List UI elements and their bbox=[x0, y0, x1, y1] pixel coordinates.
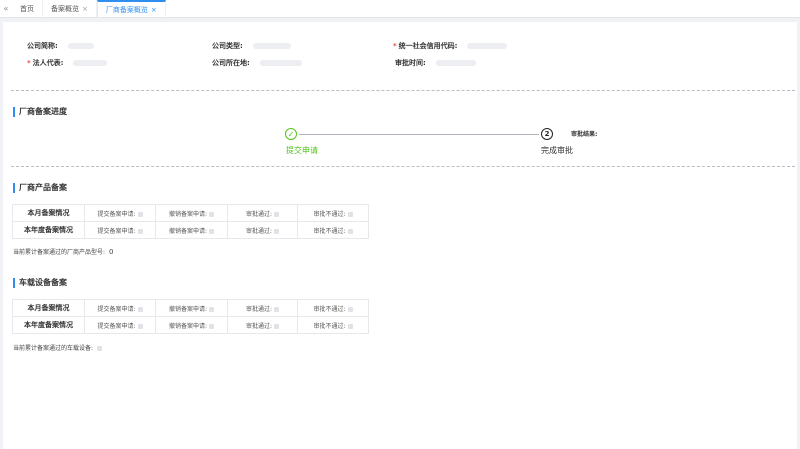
title-accent-bar bbox=[13, 277, 15, 288]
credit-code: * 统一社会信用代码: bbox=[393, 41, 508, 51]
table-cell: 审批不通过: bbox=[297, 299, 369, 317]
table-cell: 撤销备案申请: bbox=[155, 299, 228, 317]
tab-bar: « 首页 备案概览 × 厂商备案概览 × bbox=[0, 0, 800, 18]
table-cell: 审批不通过: bbox=[297, 204, 369, 222]
legal-representative: * 法人代表: bbox=[27, 58, 108, 68]
company-short-name-label: 公司简称: bbox=[27, 42, 58, 50]
approval-result-label: 审批结果: bbox=[571, 131, 598, 138]
table-cell: 提交备案申请: bbox=[84, 299, 156, 317]
table-cell: 提交备案申请: bbox=[84, 204, 156, 222]
tab-label: 备案概览 bbox=[51, 4, 79, 13]
required-mark: * bbox=[27, 59, 31, 67]
table-cell: 审批不通过: bbox=[297, 316, 369, 334]
divider bbox=[11, 90, 795, 91]
vehicle-devices-total: 当前累计备案通过的车载设备: bbox=[13, 343, 102, 352]
company-location-label: 公司所在地: bbox=[212, 59, 250, 67]
company-type-value bbox=[252, 43, 291, 49]
table-cell: 提交备案申请: bbox=[84, 221, 156, 239]
tab-vendor-filing-overview[interactable]: 厂商备案概览 × bbox=[96, 0, 166, 17]
vehicle-devices-section-title: 车载设备备案 bbox=[13, 277, 67, 288]
table-cell: 审批通过: bbox=[227, 316, 298, 334]
vehicle-devices-table: 本月备案情况 提交备案申请: 撤销备案申请: 审批通过: 审批不通过: 本年度备… bbox=[12, 299, 369, 334]
company-location-value bbox=[259, 60, 302, 66]
vendor-products-table: 本月备案情况 提交备案申请: 撤销备案申请: 审批通过: 审批不通过: 本年度备… bbox=[12, 204, 369, 239]
vendor-products-total: 当前累计备案通过的厂商产品型号: 0 bbox=[13, 247, 113, 256]
approval-time-label: 审批时间: bbox=[395, 59, 426, 67]
legal-rep-value bbox=[73, 60, 108, 66]
total-label: 当前累计备案通过的车载设备: bbox=[13, 345, 94, 352]
tab-home[interactable]: 首页 bbox=[12, 0, 43, 17]
tabs-back-icon[interactable]: « bbox=[0, 0, 12, 17]
tab-label: 首页 bbox=[20, 4, 34, 13]
title-accent-bar bbox=[13, 182, 15, 193]
table-row: 本月备案情况 提交备案申请: 撤销备案申请: 审批通过: 审批不通过: bbox=[12, 299, 369, 317]
table-cell: 审批通过: bbox=[227, 299, 298, 317]
vehicle-devices-title: 车载设备备案 bbox=[19, 278, 67, 287]
progress-section-title: 厂商备案进度 bbox=[13, 106, 67, 117]
row-header: 本月备案情况 bbox=[12, 299, 85, 317]
tab-filing-overview[interactable]: 备案概览 × bbox=[43, 0, 97, 17]
tab-label: 厂商备案概览 bbox=[105, 5, 148, 14]
table-cell: 审批通过: bbox=[227, 204, 298, 222]
company-type-label: 公司类型: bbox=[212, 42, 243, 50]
close-icon[interactable]: × bbox=[82, 5, 88, 13]
table-cell: 审批不通过: bbox=[297, 221, 369, 239]
table-row: 本年度备案情况 提交备案申请: 撤销备案申请: 审批通过: 审批不通过: bbox=[12, 221, 369, 239]
legal-rep-label: 法人代表: bbox=[32, 59, 64, 67]
table-cell: 审批通过: bbox=[227, 221, 298, 239]
table-row: 本年度备案情况 提交备案申请: 撤销备案申请: 审批通过: 审批不通过: bbox=[12, 316, 369, 334]
company-short-name: 公司简称: bbox=[27, 41, 94, 51]
step-connector bbox=[299, 134, 539, 135]
total-value bbox=[96, 346, 102, 351]
total-value: 0 bbox=[108, 248, 114, 256]
table-cell: 撤销备案申请: bbox=[155, 204, 228, 222]
row-header: 本年度备案情况 bbox=[12, 221, 85, 239]
approval-time: 审批时间: bbox=[395, 58, 476, 68]
total-label: 当前累计备案通过的厂商产品型号: bbox=[13, 249, 106, 256]
close-icon[interactable]: × bbox=[151, 6, 157, 14]
credit-code-label: 统一社会信用代码: bbox=[398, 42, 458, 50]
vendor-products-title: 厂商产品备案 bbox=[19, 183, 67, 192]
company-type: 公司类型: bbox=[212, 41, 291, 51]
check-circle-icon: ✓ bbox=[285, 128, 297, 140]
progress-title: 厂商备案进度 bbox=[19, 107, 67, 116]
company-location: 公司所在地: bbox=[212, 58, 302, 68]
divider bbox=[11, 166, 795, 167]
table-row: 本月备案情况 提交备案申请: 撤销备案申请: 审批通过: 审批不通过: bbox=[12, 204, 369, 222]
step-number-icon: 2 bbox=[541, 128, 553, 140]
vendor-products-section-title: 厂商产品备案 bbox=[13, 182, 67, 193]
title-accent-bar bbox=[13, 106, 15, 117]
row-header: 本年度备案情况 bbox=[12, 316, 85, 334]
step-complete-label: 完成审批 bbox=[541, 146, 573, 155]
main-panel: 公司简称: 公司类型: * 统一社会信用代码: * 法人代表: 公司所在地: 审… bbox=[3, 22, 797, 449]
approval-time-value bbox=[435, 60, 476, 66]
table-cell: 撤销备案申请: bbox=[155, 316, 228, 334]
credit-code-value bbox=[467, 43, 508, 49]
company-short-name-value bbox=[67, 43, 94, 49]
table-cell: 提交备案申请: bbox=[84, 316, 156, 334]
required-mark: * bbox=[393, 42, 397, 50]
step-submit-label: 提交申请 bbox=[286, 146, 318, 155]
table-cell: 撤销备案申请: bbox=[155, 221, 228, 239]
row-header: 本月备案情况 bbox=[12, 204, 85, 222]
